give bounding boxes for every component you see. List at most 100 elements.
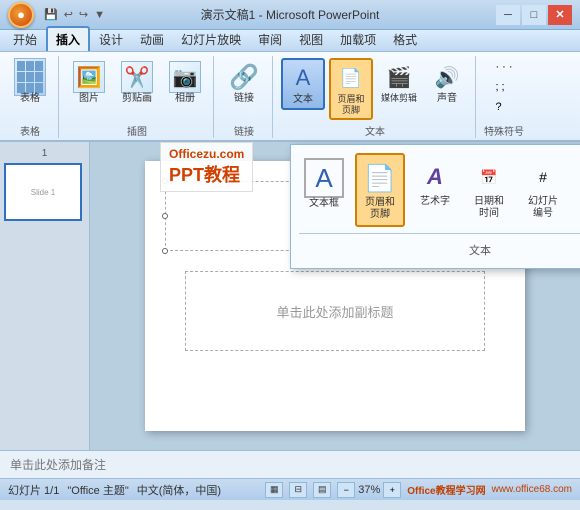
clipart-label: 剪贴画 bbox=[122, 93, 152, 105]
headfoot-button[interactable]: 📄 页眉和页脚 bbox=[329, 58, 373, 120]
ribbon-group-illustrations: 🖼️ 图片 ✂️ 剪贴画 📷 相册 插图 bbox=[61, 56, 214, 138]
dropdown-textbox-icon: A bbox=[304, 158, 344, 198]
theme-name: "Office 主题" bbox=[67, 482, 128, 498]
dropdown-textbox-label: 文本框 bbox=[309, 198, 339, 210]
link-icon: 🔗 bbox=[228, 61, 260, 93]
album-label: 相册 bbox=[175, 93, 195, 105]
watermark: Officezu.com PPT教程 bbox=[160, 142, 253, 192]
sound-label: 声音 bbox=[437, 93, 457, 105]
title-left: ● 💾 ↩ ↪ ▼ bbox=[8, 2, 107, 28]
ribbon-body: 表格 表格 🖼️ 图片 ✂️ 剪贴画 📷 相册 插图 🔗 bbox=[0, 52, 580, 142]
slide-subtitle-box[interactable]: 单击此处添加副标题 bbox=[185, 271, 485, 351]
ribbon-group-special: · · · ; ; ? 特殊符号 bbox=[478, 56, 530, 138]
office-button[interactable]: ● bbox=[8, 2, 34, 28]
dropdown-slideno-label: 幻灯片编号 bbox=[528, 196, 558, 220]
slide-thumbnail[interactable]: Slide 1 bbox=[4, 163, 82, 221]
dropdown-wordart[interactable]: A 艺术字 bbox=[411, 153, 459, 213]
zoom-level: 37% bbox=[358, 484, 380, 496]
dropdown-slideno[interactable]: # 幻灯片编号 bbox=[519, 153, 567, 225]
tables-items: 表格 bbox=[8, 56, 52, 121]
view-reading-button[interactable]: ▤ bbox=[313, 482, 331, 498]
dropdown-date-label: 日期和时间 bbox=[474, 196, 504, 220]
special-col: · · · ; ; ? bbox=[490, 58, 517, 116]
media-label: 媒体剪辑 bbox=[381, 93, 417, 104]
dots1-icon: · · · bbox=[495, 61, 512, 73]
save-button[interactable]: 💾 bbox=[42, 6, 60, 23]
picture-icon: 🖼️ bbox=[73, 61, 105, 93]
dropdown-date-icon: 📅 bbox=[470, 158, 508, 196]
question-button[interactable]: ? bbox=[490, 98, 517, 116]
textbox-button[interactable]: A 文本 bbox=[281, 58, 325, 110]
minimize-button[interactable]: ─ bbox=[496, 5, 520, 25]
slide-number: 1 bbox=[4, 148, 85, 159]
link-label: 链接 bbox=[234, 93, 254, 105]
dropdown-headfoot-icon: 📄 bbox=[361, 159, 399, 197]
redo-button[interactable]: ↪ bbox=[77, 6, 90, 23]
quick-access-toolbar: 💾 ↩ ↪ ▼ bbox=[42, 6, 107, 23]
dropdown-textbox[interactable]: A 文本框 bbox=[299, 153, 349, 215]
dots2-button[interactable]: ; ; bbox=[490, 78, 517, 96]
dropdown-wordart-label: 艺术字 bbox=[420, 196, 450, 208]
tab-slideshow[interactable]: 幻灯片放映 bbox=[173, 28, 249, 51]
tab-animation[interactable]: 动画 bbox=[132, 28, 172, 51]
window-title: 演示文稿1 - Microsoft PowerPoint bbox=[201, 6, 380, 23]
zoom-in-button[interactable]: + bbox=[383, 482, 401, 498]
view-slide-button[interactable]: ⊟ bbox=[289, 482, 307, 498]
album-icon: 📷 bbox=[169, 61, 201, 93]
clipart-button[interactable]: ✂️ 剪贴画 bbox=[115, 58, 159, 108]
link-button[interactable]: 🔗 链接 bbox=[222, 58, 266, 108]
sound-button[interactable]: 🔊 声音 bbox=[425, 58, 469, 108]
text-items: A 文本 📄 页眉和页脚 🎬 媒体剪辑 🔊 声音 bbox=[281, 56, 469, 121]
notes-bar[interactable]: 单击此处添加备注 bbox=[0, 450, 580, 478]
picture-label: 图片 bbox=[79, 93, 99, 105]
tab-review[interactable]: 审阅 bbox=[250, 28, 290, 51]
media-button[interactable]: 🎬 媒体剪辑 bbox=[377, 58, 421, 107]
dropdown-section-label: 文本 bbox=[299, 240, 580, 260]
dropdown-wordart-icon: A bbox=[416, 158, 454, 196]
zoom-out-button[interactable]: − bbox=[337, 482, 355, 498]
dropdown-symbol[interactable]: Ω 符号 bbox=[573, 153, 580, 213]
dropdown-slideno-icon: # bbox=[524, 158, 562, 196]
maximize-button[interactable]: □ bbox=[522, 5, 546, 25]
ribbon-tabs: 开始 插入 设计 动画 幻灯片放映 审阅 视图 加载项 格式 bbox=[0, 30, 580, 52]
sound-icon: 🔊 bbox=[431, 61, 463, 93]
tab-design[interactable]: 设计 bbox=[91, 28, 131, 51]
window-controls: ─ □ ✕ bbox=[496, 5, 572, 25]
ribbon-group-text: A 文本 📄 页眉和页脚 🎬 媒体剪辑 🔊 声音 文本 bbox=[275, 56, 476, 138]
text-dropdown-panel: A 文本框 📄 页眉和页脚 A 艺术字 📅 日期和时间 # 幻灯片编号 Ω 符号… bbox=[290, 144, 580, 269]
dots1-button[interactable]: · · · bbox=[490, 58, 517, 76]
tables-group-label: 表格 bbox=[20, 121, 40, 138]
table-button[interactable]: 表格 bbox=[8, 58, 52, 108]
watermark-ppt: PPT教程 bbox=[169, 161, 244, 187]
ribbon-group-links: 🔗 链接 链接 bbox=[216, 56, 273, 138]
tab-start[interactable]: 开始 bbox=[5, 28, 45, 51]
tab-view[interactable]: 视图 bbox=[291, 28, 331, 51]
headfoot-label: 页眉和页脚 bbox=[337, 94, 364, 116]
links-items: 🔗 链接 bbox=[222, 56, 266, 121]
notes-placeholder: 单击此处添加备注 bbox=[10, 456, 106, 473]
album-button[interactable]: 📷 相册 bbox=[163, 58, 207, 108]
special-group-label: 特殊符号 bbox=[484, 121, 524, 138]
qat-more-button[interactable]: ▼ bbox=[92, 7, 107, 23]
links-group-label: 链接 bbox=[234, 121, 254, 138]
textbox-label: 文本 bbox=[293, 94, 313, 106]
tab-format[interactable]: 格式 bbox=[385, 28, 425, 51]
tab-insert[interactable]: 插入 bbox=[46, 26, 90, 51]
handle-bl bbox=[162, 248, 168, 254]
undo-button[interactable]: ↩ bbox=[62, 6, 75, 23]
subtitle-placeholder: 单击此处添加副标题 bbox=[276, 302, 393, 321]
question-icon: ? bbox=[495, 101, 501, 113]
dropdown-divider bbox=[299, 233, 580, 234]
ribbon-group-tables: 表格 表格 bbox=[2, 56, 59, 138]
dropdown-date[interactable]: 📅 日期和时间 bbox=[465, 153, 513, 225]
tab-addins[interactable]: 加载项 bbox=[332, 28, 384, 51]
special-items: · · · ; ; ? bbox=[490, 56, 517, 121]
slide-panel: 1 Slide 1 bbox=[0, 142, 90, 450]
picture-button[interactable]: 🖼️ 图片 bbox=[67, 58, 111, 108]
watermark-site: Officezu.com bbox=[169, 147, 244, 161]
status-right: ▦ ⊟ ▤ − 37% + Office教程学习网 www.office68.c… bbox=[265, 482, 572, 498]
handle-ml bbox=[162, 213, 168, 219]
view-normal-button[interactable]: ▦ bbox=[265, 482, 283, 498]
close-button[interactable]: ✕ bbox=[548, 5, 572, 25]
dropdown-headfoot[interactable]: 📄 页眉和页脚 bbox=[355, 153, 405, 227]
